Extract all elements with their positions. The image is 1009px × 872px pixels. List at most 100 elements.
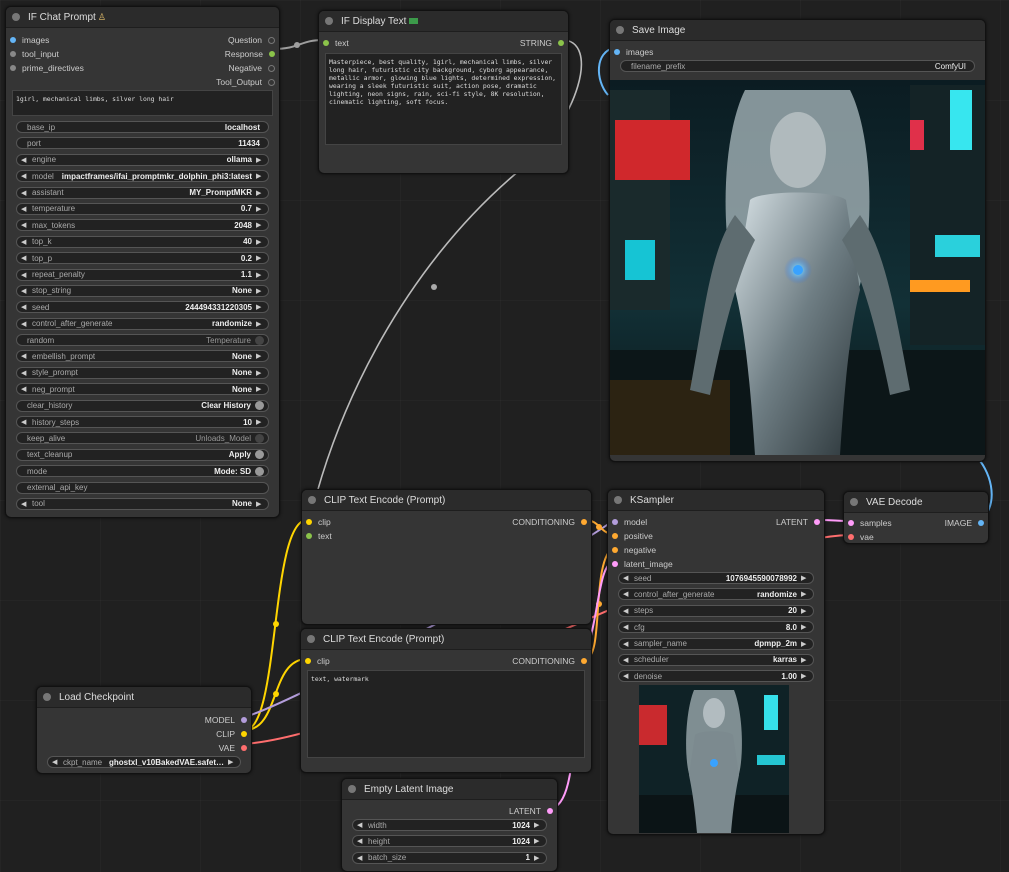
arrow-left-icon[interactable]: ◀	[21, 254, 29, 262]
collapse-dot-icon[interactable]	[307, 635, 315, 643]
arrow-right-icon[interactable]: ▶	[256, 189, 264, 197]
output-model[interactable]: MODEL	[205, 715, 247, 725]
input-images[interactable]: images	[10, 35, 49, 45]
arrow-left-icon[interactable]: ◀	[21, 205, 29, 213]
arrow-right-icon[interactable]: ▶	[801, 623, 809, 631]
arrow-left-icon[interactable]: ◀	[623, 623, 631, 631]
widget-port[interactable]: port 11434	[16, 137, 269, 150]
arrow-left-icon[interactable]: ◀	[21, 271, 29, 279]
prompt-textarea[interactable]: 1girl, mechanical limbs, silver long hai…	[12, 90, 273, 116]
ckpt-name-select[interactable]: ◀ ckpt_name ghostxl_v10BakedVAE.safet… ▶	[47, 756, 241, 768]
clip-text-encode-negative-node[interactable]: CLIP Text Encode (Prompt) clip CONDITION…	[300, 628, 592, 773]
widget-text-cleanup[interactable]: text_cleanup Apply	[16, 448, 269, 461]
arrow-right-icon[interactable]: ▶	[256, 500, 264, 508]
widget-history-steps[interactable]: ◀ history_steps 10 ▶	[16, 416, 269, 429]
widget-temperature[interactable]: ◀ temperature 0.7 ▶	[16, 202, 269, 215]
node-title-bar[interactable]: CLIP Text Encode (Prompt)	[302, 490, 591, 511]
arrow-right-icon[interactable]: ▶	[256, 156, 264, 164]
output-image[interactable]: IMAGE	[945, 518, 984, 528]
node-title-bar[interactable]: IF Display Text	[319, 11, 568, 32]
arrow-left-icon[interactable]: ◀	[623, 672, 631, 680]
if-display-text-node[interactable]: IF Display Text text STRING Masterpiece,…	[318, 10, 569, 174]
input-tool-input[interactable]: tool_input	[10, 49, 59, 59]
arrow-right-icon[interactable]: ▶	[256, 369, 264, 377]
arrow-left-icon[interactable]: ◀	[21, 156, 29, 164]
arrow-right-icon[interactable]: ▶	[256, 221, 264, 229]
widget-seed[interactable]: ◀ seed 244494331220305 ▶	[16, 301, 269, 314]
output-image-preview[interactable]	[610, 80, 985, 455]
node-title-bar[interactable]: VAE Decode	[844, 492, 988, 513]
collapse-dot-icon[interactable]	[348, 785, 356, 793]
widget-model[interactable]: ◀ model impactframes/ifai_promptmkr_dolphi…	[16, 170, 269, 183]
widget-base-ip[interactable]: base_ip localhost	[16, 121, 269, 133]
widget-max-tokens[interactable]: ◀ max_tokens 2048 ▶	[16, 219, 269, 232]
collapse-dot-icon[interactable]	[308, 496, 316, 504]
output-latent[interactable]: LATENT	[509, 806, 553, 816]
arrow-right-icon[interactable]: ▶	[256, 271, 264, 279]
input-images[interactable]: images	[614, 47, 653, 57]
arrow-right-icon[interactable]: ▶	[256, 352, 264, 360]
arrow-right-icon[interactable]: ▶	[256, 205, 264, 213]
arrow-left-icon[interactable]: ◀	[21, 221, 29, 229]
toggle-knob-icon[interactable]	[255, 466, 264, 476]
arrow-right-icon[interactable]: ▶	[256, 385, 264, 393]
collapse-dot-icon[interactable]	[12, 13, 20, 21]
widget-assistant[interactable]: ◀ assistant MY_PromptMKR ▶	[16, 186, 269, 199]
ksampler-preview-image[interactable]	[639, 685, 789, 833]
widget-steps[interactable]: ◀ steps 20 ▶	[618, 604, 814, 617]
input-negative[interactable]: negative	[612, 545, 656, 555]
widget-clear-history[interactable]: clear_history Clear History	[16, 399, 269, 412]
widget-seed[interactable]: ◀ seed 1076945590078992 ▶	[618, 572, 814, 584]
input-samples[interactable]: samples	[848, 518, 892, 528]
widget-sampler-name[interactable]: ◀ sampler_name dpmpp_2m ▶	[618, 637, 814, 650]
node-title-bar[interactable]: Empty Latent Image	[342, 779, 557, 800]
ksampler-node[interactable]: KSampler model LATENT positive negative …	[607, 489, 825, 835]
input-clip[interactable]: clip	[306, 517, 331, 527]
clip-text-encode-positive-node[interactable]: CLIP Text Encode (Prompt) clip CONDITION…	[301, 489, 592, 625]
arrow-right-icon[interactable]: ▶	[256, 238, 264, 246]
arrow-right-icon[interactable]: ▶	[256, 287, 264, 295]
output-conditioning[interactable]: CONDITIONING	[512, 656, 587, 666]
arrow-left-icon[interactable]: ◀	[623, 607, 631, 615]
arrow-right-icon[interactable]: ▶	[801, 672, 809, 680]
arrow-left-icon[interactable]: ◀	[623, 656, 631, 664]
node-title-bar[interactable]: Save Image	[610, 20, 985, 41]
arrow-right-icon[interactable]: ▶	[256, 320, 264, 328]
output-negative[interactable]: Negative	[228, 63, 275, 73]
arrow-left-icon[interactable]: ◀	[21, 385, 29, 393]
widget-external-api-key[interactable]: external_api_key	[16, 481, 269, 494]
input-text[interactable]: text	[323, 38, 349, 48]
negative-textarea[interactable]: text, watermark	[307, 670, 585, 758]
node-title-bar[interactable]: KSampler	[608, 490, 824, 511]
arrow-left-icon[interactable]: ◀	[21, 352, 29, 360]
arrow-left-icon[interactable]: ◀	[357, 821, 365, 829]
arrow-right-icon[interactable]: ▶	[801, 640, 809, 648]
widget-stop-string[interactable]: ◀ stop_string None ▶	[16, 284, 269, 297]
widget-control-after-generate[interactable]: ◀ control_after_generate randomize ▶	[618, 588, 814, 601]
collapse-dot-icon[interactable]	[43, 693, 51, 701]
save-image-node[interactable]: Save Image images filename_prefix ComfyU…	[609, 19, 986, 462]
collapse-dot-icon[interactable]	[850, 498, 858, 506]
input-model[interactable]: model	[612, 517, 647, 527]
display-textarea[interactable]: Masterpiece, best quality, 1girl, mechan…	[325, 53, 562, 145]
widget-width[interactable]: ◀ width 1024 ▶	[352, 819, 547, 831]
arrow-left-icon[interactable]: ◀	[357, 837, 365, 845]
arrow-right-icon[interactable]: ▶	[256, 254, 264, 262]
vae-decode-node[interactable]: VAE Decode samples IMAGE vae	[843, 491, 989, 544]
arrow-left-icon[interactable]: ◀	[21, 369, 29, 377]
arrow-right-icon[interactable]: ▶	[801, 607, 809, 615]
widget-scheduler[interactable]: ◀ scheduler karras ▶	[618, 653, 814, 666]
output-conditioning[interactable]: CONDITIONING	[512, 517, 587, 527]
arrow-right-icon[interactable]: ▶	[801, 574, 809, 582]
widget-mode[interactable]: mode Mode: SD	[16, 465, 269, 478]
output-question[interactable]: Question	[228, 35, 275, 45]
widget-batch-size[interactable]: ◀ batch_size 1 ▶	[352, 851, 547, 864]
toggle-knob-icon[interactable]	[255, 335, 264, 345]
output-tool-output[interactable]: Tool_Output	[216, 77, 275, 87]
input-prime-directives[interactable]: prime_directives	[10, 63, 84, 73]
arrow-left-icon[interactable]: ◀	[21, 418, 29, 426]
node-title-bar[interactable]: IF Chat Prompt ♙	[6, 7, 279, 28]
output-latent[interactable]: LATENT	[776, 517, 820, 527]
arrow-right-icon[interactable]: ▶	[256, 303, 264, 311]
arrow-right-icon[interactable]: ▶	[256, 418, 264, 426]
